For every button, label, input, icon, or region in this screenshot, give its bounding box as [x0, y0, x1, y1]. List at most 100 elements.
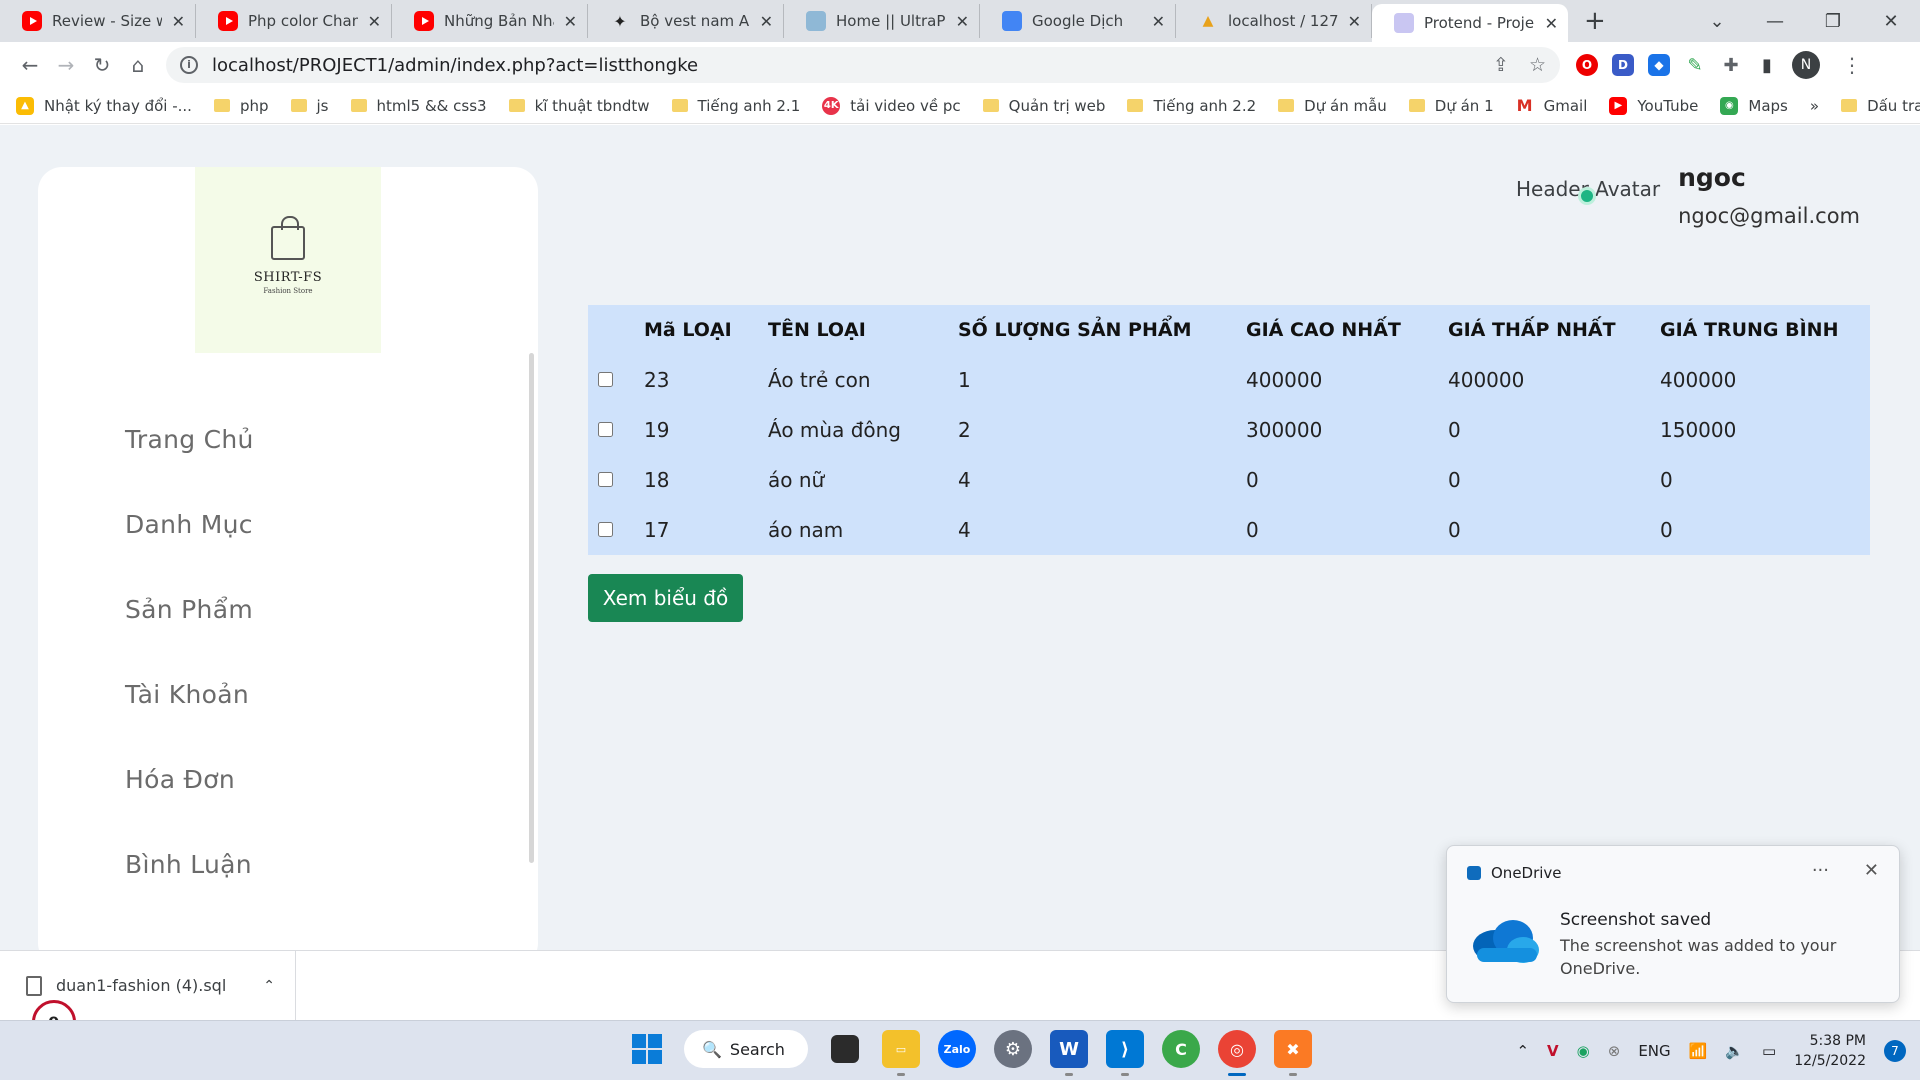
battery-icon[interactable]: ▭	[1762, 1042, 1776, 1060]
bookmark-folder[interactable]: Dự án mẫu	[1278, 97, 1387, 115]
browser-tab[interactable]: Php color Change ✕	[196, 4, 392, 38]
close-tab-icon[interactable]: ✕	[760, 12, 773, 31]
browser-tab[interactable]: ▲ localhost / 127.0. ✕	[1176, 4, 1372, 38]
colorzilla-extension-icon[interactable]: ✎	[1684, 54, 1706, 76]
zalo-icon[interactable]: Zalo	[938, 1030, 976, 1068]
bookmark-folder[interactable]: php	[213, 97, 269, 115]
site-info-icon[interactable]: i	[180, 56, 198, 74]
sidebar-item-trang-chu[interactable]: Trang Chủ	[125, 425, 254, 510]
row-checkbox[interactable]	[598, 472, 613, 487]
browser-tab-active[interactable]: Protend - Project ✕	[1372, 4, 1568, 42]
browser-tab[interactable]: Những Bản Nhạc ✕	[392, 4, 588, 38]
close-tab-icon[interactable]: ✕	[1545, 14, 1558, 33]
notification-count-badge[interactable]: 7	[1884, 1040, 1906, 1062]
sidebar-scrollbar[interactable]	[529, 353, 534, 863]
view-chart-button[interactable]: Xem biểu đồ	[588, 574, 743, 622]
bookmark-folder[interactable]: Quản trị web	[982, 97, 1105, 115]
chevron-up-icon[interactable]: ⌃	[263, 978, 275, 994]
close-window-icon[interactable]: ✕	[1862, 11, 1920, 32]
onedrive-toast[interactable]: OneDrive ··· ✕ Screenshot saved The scre…	[1446, 845, 1900, 1003]
store-logo[interactable]: SHIRT-FS Fashion Store	[195, 167, 381, 353]
forward-icon[interactable]: →	[48, 53, 84, 77]
volume-icon[interactable]: 🔈	[1725, 1042, 1744, 1060]
task-view-icon[interactable]	[831, 1035, 859, 1063]
tab-search-icon[interactable]: ⌄	[1688, 11, 1746, 32]
toast-close-icon[interactable]: ✕	[1864, 860, 1879, 881]
other-bookmarks-folder[interactable]: Dấu trang khác	[1841, 97, 1920, 115]
browser-tab[interactable]: Google Dịch ✕	[980, 4, 1176, 38]
restore-icon[interactable]: ❐	[1804, 11, 1862, 32]
bookmark-folder[interactable]: Tiếng anh 2.1	[671, 97, 800, 115]
bookmark-folder[interactable]: Tiếng anh 2.2	[1127, 97, 1256, 115]
bookmark-folder[interactable]: Dự án 1	[1408, 97, 1494, 115]
d-extension-icon[interactable]: D	[1612, 54, 1634, 76]
header-avatar[interactable]: Header Avatar	[1516, 177, 1660, 228]
phpmyadmin-icon: ▲	[1202, 13, 1214, 29]
row-checkbox[interactable]	[598, 522, 613, 537]
share-icon[interactable]: ⇪	[1493, 54, 1509, 76]
url-text[interactable]: localhost/PROJECT1/admin/index.php?act=l…	[212, 55, 1473, 76]
browser-tab[interactable]: Home || UltraPho ✕	[784, 4, 980, 38]
opera-extension-icon[interactable]: O	[1576, 54, 1598, 76]
coccoc-icon[interactable]: C	[1162, 1030, 1200, 1068]
bookmark-star-icon[interactable]: ☆	[1529, 54, 1546, 76]
close-tab-icon[interactable]: ✕	[1152, 12, 1165, 31]
word-icon[interactable]: W	[1050, 1030, 1088, 1076]
reload-icon[interactable]: ↻	[84, 53, 120, 77]
menu-kebab-icon[interactable]: ⋮	[1834, 53, 1870, 77]
settings-gear-icon[interactable]: ⚙	[994, 1030, 1032, 1068]
bookmark-folder[interactable]: kĩ thuật tbndtw	[508, 97, 650, 115]
more-bookmarks-icon[interactable]: »	[1810, 97, 1819, 115]
toast-more-icon[interactable]: ···	[1812, 860, 1829, 881]
close-tab-icon[interactable]: ✕	[1348, 12, 1361, 31]
taskbar-search[interactable]: 🔍 Search	[684, 1030, 808, 1068]
cell-ma-loai: 23	[644, 368, 670, 392]
profile-avatar[interactable]: N	[1792, 51, 1820, 79]
edge-tray-icon[interactable]: ◉	[1577, 1042, 1590, 1060]
language-indicator[interactable]: ENG	[1638, 1042, 1670, 1060]
vscode-icon[interactable]: ⟩	[1106, 1030, 1144, 1076]
clock[interactable]: 5:38 PM 12/5/2022	[1794, 1031, 1866, 1071]
bookmark-item[interactable]: ◉ Maps	[1720, 96, 1788, 115]
back-icon[interactable]: ←	[12, 53, 48, 77]
close-tab-icon[interactable]: ✕	[172, 12, 185, 31]
sidebar-item-tai-khoan[interactable]: Tài Khoản	[125, 680, 254, 765]
cell-gia-trung-binh: 0	[1660, 518, 1673, 542]
minimize-icon[interactable]: —	[1746, 11, 1804, 32]
bookmark-folder[interactable]: html5 && css3	[350, 97, 487, 115]
network-error-tray-icon[interactable]: ⊗	[1608, 1042, 1621, 1060]
bookmark-item[interactable]: M Gmail	[1516, 96, 1588, 115]
close-tab-icon[interactable]: ✕	[368, 12, 381, 31]
close-tab-icon[interactable]: ✕	[564, 12, 577, 31]
row-checkbox[interactable]	[598, 422, 613, 437]
windows-start-icon[interactable]	[628, 1030, 666, 1068]
sidebar-item-danh-muc[interactable]: Danh Mục	[125, 510, 254, 595]
side-panel-icon[interactable]: ▮	[1756, 54, 1778, 76]
user-profile[interactable]: Header Avatar ngoc ngoc@gmail.com	[1516, 163, 1860, 228]
tray-chevron-up-icon[interactable]: ⌃	[1516, 1042, 1529, 1060]
bookmark-item[interactable]: ▶ YouTube	[1609, 96, 1698, 115]
browser-tab[interactable]: ✦ Bộ vest nam Arist ✕	[588, 4, 784, 38]
close-tab-icon[interactable]: ✕	[956, 12, 969, 31]
chrome-icon[interactable]: ◎	[1218, 1030, 1256, 1076]
bookmark-folder[interactable]: js	[290, 97, 329, 115]
puzzle-extensions-icon[interactable]: ✚	[1720, 54, 1742, 76]
bookmark-item[interactable]: ▲ Nhật ký thay đổi -...	[16, 96, 192, 115]
wifi-icon[interactable]: 📶	[1689, 1042, 1708, 1060]
bookmark-item[interactable]: 4K tải video về pc	[822, 96, 961, 115]
file-explorer-icon[interactable]: ▭	[882, 1030, 920, 1076]
sidebar-item-san-pham[interactable]: Sản Phẩm	[125, 595, 254, 680]
browser-tab[interactable]: Review - Size web ✕	[0, 4, 196, 38]
protend-icon	[1394, 13, 1414, 33]
sidebar-item-hoa-don[interactable]: Hóa Đơn	[125, 765, 254, 850]
new-tab-icon[interactable]: +	[1584, 6, 1606, 36]
toast-title: Screenshot saved	[1560, 910, 1712, 930]
row-checkbox[interactable]	[598, 372, 613, 387]
sidebar-item-binh-luan[interactable]: Bình Luận	[125, 850, 254, 935]
xampp-icon[interactable]: ✖	[1274, 1030, 1312, 1076]
vivaldi-tray-icon[interactable]: V	[1547, 1042, 1559, 1060]
home-icon[interactable]: ⌂	[120, 53, 156, 77]
logo-tagline: Fashion Store	[263, 286, 313, 295]
address-bar[interactable]: i localhost/PROJECT1/admin/index.php?act…	[166, 47, 1560, 83]
drop-extension-icon[interactable]: ◆	[1648, 54, 1670, 76]
